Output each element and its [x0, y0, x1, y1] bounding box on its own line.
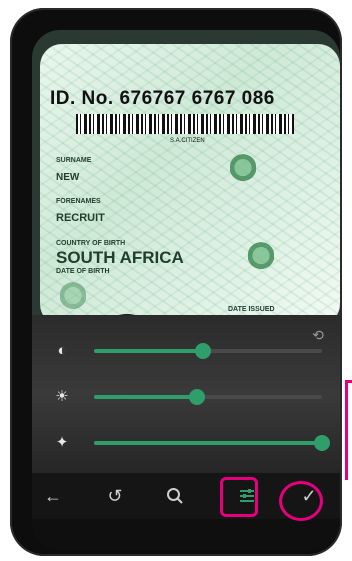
highlight-adjust-box	[220, 477, 258, 517]
contrast-fill	[94, 349, 204, 353]
crest-icon	[60, 282, 86, 316]
citizen-text: S.A.CITIZEN	[170, 138, 205, 144]
zoom-icon[interactable]	[160, 481, 190, 511]
date-issued-label: DATE ISSUED	[228, 306, 275, 313]
id-number: ID. No. 676767 6767 086	[50, 88, 275, 109]
forenames-label: FORENAMES	[56, 198, 101, 205]
sharpness-knob[interactable]	[314, 435, 330, 451]
sharpness-slider[interactable]: ✦	[32, 433, 340, 453]
brightness-fill	[94, 395, 197, 399]
brightness-knob[interactable]	[188, 389, 205, 405]
sharpness-track[interactable]	[94, 435, 330, 451]
crest-icon	[230, 154, 256, 188]
highlight-connector	[345, 380, 348, 480]
phone-frame: ID. No. 676767 6767 086 S.A.CITIZEN SURN…	[10, 8, 342, 556]
country-label: COUNTRY OF BIRTH	[56, 240, 126, 247]
contrast-icon: ◐	[57, 342, 67, 359]
forenames-value: RECRUIT	[56, 212, 105, 224]
brightness-icon: ☀	[55, 388, 69, 405]
sparkle-icon: ✦	[55, 434, 69, 451]
image-preview: ID. No. 676767 6767 086 S.A.CITIZEN SURN…	[32, 30, 340, 326]
zoom-icon-glyph	[167, 488, 183, 504]
contrast-knob[interactable]	[195, 343, 212, 359]
adjust-panel: ⟲ ◐ ☀ ✦	[32, 315, 340, 473]
brightness-track[interactable]	[94, 389, 322, 405]
sharpness-fill	[94, 441, 322, 445]
system-nav-bar	[32, 519, 340, 550]
highlight-confirm-circle	[279, 481, 323, 521]
dob-label: DATE OF BIRTH	[56, 268, 110, 275]
barcode	[76, 114, 294, 134]
back-arrow-icon[interactable]: ←	[38, 481, 68, 511]
contrast-track[interactable]	[94, 343, 322, 359]
crest-icon	[248, 242, 274, 276]
contrast-slider[interactable]: ◐	[32, 341, 340, 361]
surname-value: NEW	[56, 172, 80, 183]
screen: ID. No. 676767 6767 086 S.A.CITIZEN SURN…	[32, 30, 340, 550]
country-value: SOUTH AFRICA	[56, 248, 184, 267]
card-pattern	[40, 44, 340, 326]
brightness-slider[interactable]: ☀	[32, 387, 340, 407]
surname-label: SURNAME	[56, 157, 92, 164]
id-card-image: ID. No. 676767 6767 086 S.A.CITIZEN SURN…	[40, 44, 340, 326]
rotate-icon[interactable]: ↺	[100, 481, 130, 511]
